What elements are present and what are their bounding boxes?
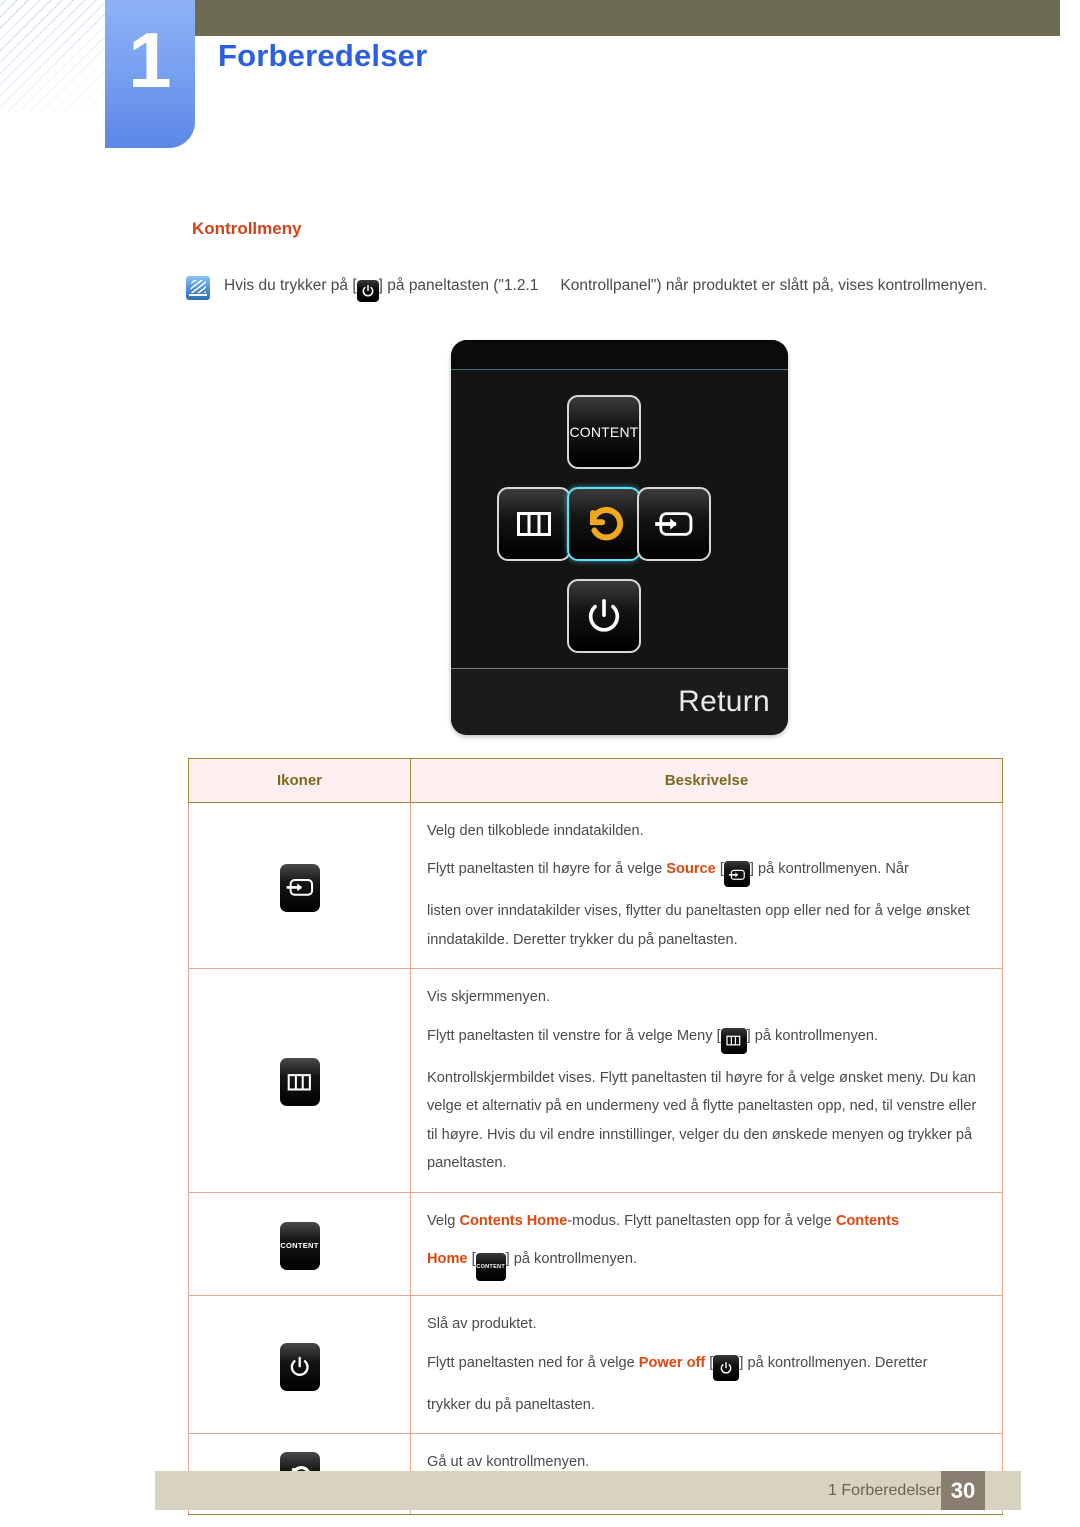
footer-page-number: 30 <box>941 1471 985 1510</box>
highlighted-term: Contents <box>835 1212 900 1229</box>
power-icon <box>356 280 379 302</box>
table-cell-description: Vis skjermmenyen. Flytt paneltasten til v… <box>410 968 1003 1193</box>
note-pencil-icon <box>186 276 210 300</box>
table-cell-icon: CONTENT <box>188 1191 411 1297</box>
power-icon[interactable] <box>567 579 641 653</box>
content-button[interactable]: CONTENT <box>567 395 641 469</box>
description-text: -modus. Flytt paneltasten opp for å velg… <box>567 1212 836 1229</box>
note-text-part1: Hvis du trykker på [ <box>224 277 357 294</box>
device-return-label-bar: Return <box>451 668 788 735</box>
description-text: ] på kontrollmenyen. <box>505 1251 638 1268</box>
highlighted-term: Home <box>427 1251 468 1268</box>
note-text: Hvis du trykker på [ ] på paneltasten ("1… <box>224 272 1004 302</box>
table-header-ikoner: Ikoner <box>188 758 411 803</box>
description-paragraph: trykker du på paneltasten. <box>427 1391 986 1419</box>
description-paragraph: Flytt paneltasten ned for å velge Power … <box>427 1349 986 1381</box>
page-footer-bar: 1 Forberedelser 30 <box>155 1471 1021 1510</box>
menu-icon[interactable] <box>497 487 571 561</box>
table-header-beskrivelse: Beskrivelse <box>410 758 1003 803</box>
content-button-label: CONTENT <box>569 424 639 440</box>
description-text: Flytt paneltasten til høyre for å velge <box>427 861 667 878</box>
menu-icon <box>279 1058 320 1107</box>
source-input-icon[interactable] <box>637 487 711 561</box>
chapter-title: Forberedelser <box>218 38 428 73</box>
device-top-bar <box>451 340 788 370</box>
power-icon <box>713 1354 740 1381</box>
description-paragraph: Home [CONTENT] på kontrollmenyen. <box>427 1245 986 1282</box>
device-return-label: Return <box>678 685 770 718</box>
note-callout: Hvis du trykker på [ ] på paneltasten ("1… <box>186 272 1004 302</box>
description-text: Vis skjermmenyen. <box>427 989 551 1006</box>
return-arrow-icon[interactable] <box>567 487 641 561</box>
description-text: Gå ut av kontrollmenyen. <box>427 1453 590 1470</box>
description-paragraph: Flytt paneltasten til venstre for å velg… <box>427 1022 986 1054</box>
description-paragraph: Velg Contents Home-modus. Flytt paneltas… <box>427 1207 986 1235</box>
table-body: Velg den tilkoblede inndatakilden. Flytt … <box>188 801 1003 1515</box>
footer-chapter-label: 1 Forberedelser <box>828 1481 941 1499</box>
description-text: Kontrollskjermbildet vises. Flytt panelt… <box>427 1069 977 1172</box>
power-icon <box>279 1342 320 1391</box>
description-paragraph: Slå av produktet. <box>427 1310 986 1338</box>
table-row: CONTENT Velg Contents Home-modus. Flytt p… <box>188 1191 1003 1297</box>
control-menu-illustration: CONTENT Return <box>451 340 788 735</box>
table-row: Slå av produktet. Flytt paneltasten ned f… <box>188 1295 1003 1434</box>
table-cell-icon <box>188 1295 411 1434</box>
table-row: Vis skjermmenyen. Flytt paneltasten til v… <box>188 968 1003 1193</box>
highlighted-term: Power off <box>638 1354 706 1371</box>
content-button: CONTENT <box>279 1221 320 1270</box>
note-text-part2: ] på paneltasten ("1.2.1 <box>378 277 539 294</box>
description-paragraph: Flytt paneltasten til høyre for å velge … <box>427 855 986 888</box>
source-input-icon <box>723 861 750 888</box>
highlighted-term: Source <box>666 861 716 878</box>
description-paragraph: listen over inndatakilder vises, flytter… <box>427 897 986 954</box>
table-cell-description: Slå av produktet. Flytt paneltasten ned f… <box>410 1295 1003 1434</box>
section-title: Kontrollmeny <box>192 219 302 238</box>
menu-icon <box>720 1027 747 1054</box>
description-text: Velg <box>427 1212 460 1229</box>
description-text: listen over inndatakilder vises, flytter… <box>427 903 970 948</box>
description-paragraph: Velg den tilkoblede inndatakilden. <box>427 817 986 845</box>
description-text: Flytt paneltasten til venstre for å velg… <box>427 1027 721 1044</box>
icon-description-table: Ikoner Beskrivelse Velg den tilkoblede i… <box>188 758 1003 1515</box>
description-text: Flytt paneltasten ned for å velge <box>427 1354 639 1371</box>
description-text: [ <box>467 1251 476 1268</box>
content-button: CONTENT <box>475 1253 506 1282</box>
device-button-pad: CONTENT <box>451 370 788 668</box>
table-cell-icon <box>188 801 411 970</box>
source-input-icon <box>279 863 320 912</box>
chapter-number-badge: 1 <box>105 0 195 148</box>
table-cell-description: Velg Contents Home-modus. Flytt paneltas… <box>410 1191 1003 1297</box>
header-olive-bar <box>195 0 1060 36</box>
description-text: Slå av produktet. <box>427 1316 537 1333</box>
note-text-part3: Kontrollpanel") når produktet er slått p… <box>560 277 988 294</box>
table-cell-icon <box>188 968 411 1193</box>
description-text: [ <box>715 861 724 878</box>
table-header-row: Ikoner Beskrivelse <box>188 758 1003 803</box>
table-cell-description: Velg den tilkoblede inndatakilden. Flytt … <box>410 801 1003 970</box>
description-text: ] på kontrollmenyen. Når <box>749 861 909 878</box>
description-text: ] på kontrollmenyen. <box>746 1027 879 1044</box>
description-text: Velg den tilkoblede inndatakilden. <box>427 823 644 839</box>
highlighted-term: Contents Home <box>459 1212 568 1229</box>
description-text: trykker du på paneltasten. <box>427 1396 595 1413</box>
description-paragraph: Kontrollskjermbildet vises. Flytt panelt… <box>427 1064 986 1178</box>
description-text: [ <box>705 1354 714 1371</box>
table-row: Velg den tilkoblede inndatakilden. Flytt … <box>188 801 1003 970</box>
description-text: ] på kontrollmenyen. Deretter <box>739 1354 928 1371</box>
description-paragraph: Vis skjermmenyen. <box>427 983 986 1011</box>
